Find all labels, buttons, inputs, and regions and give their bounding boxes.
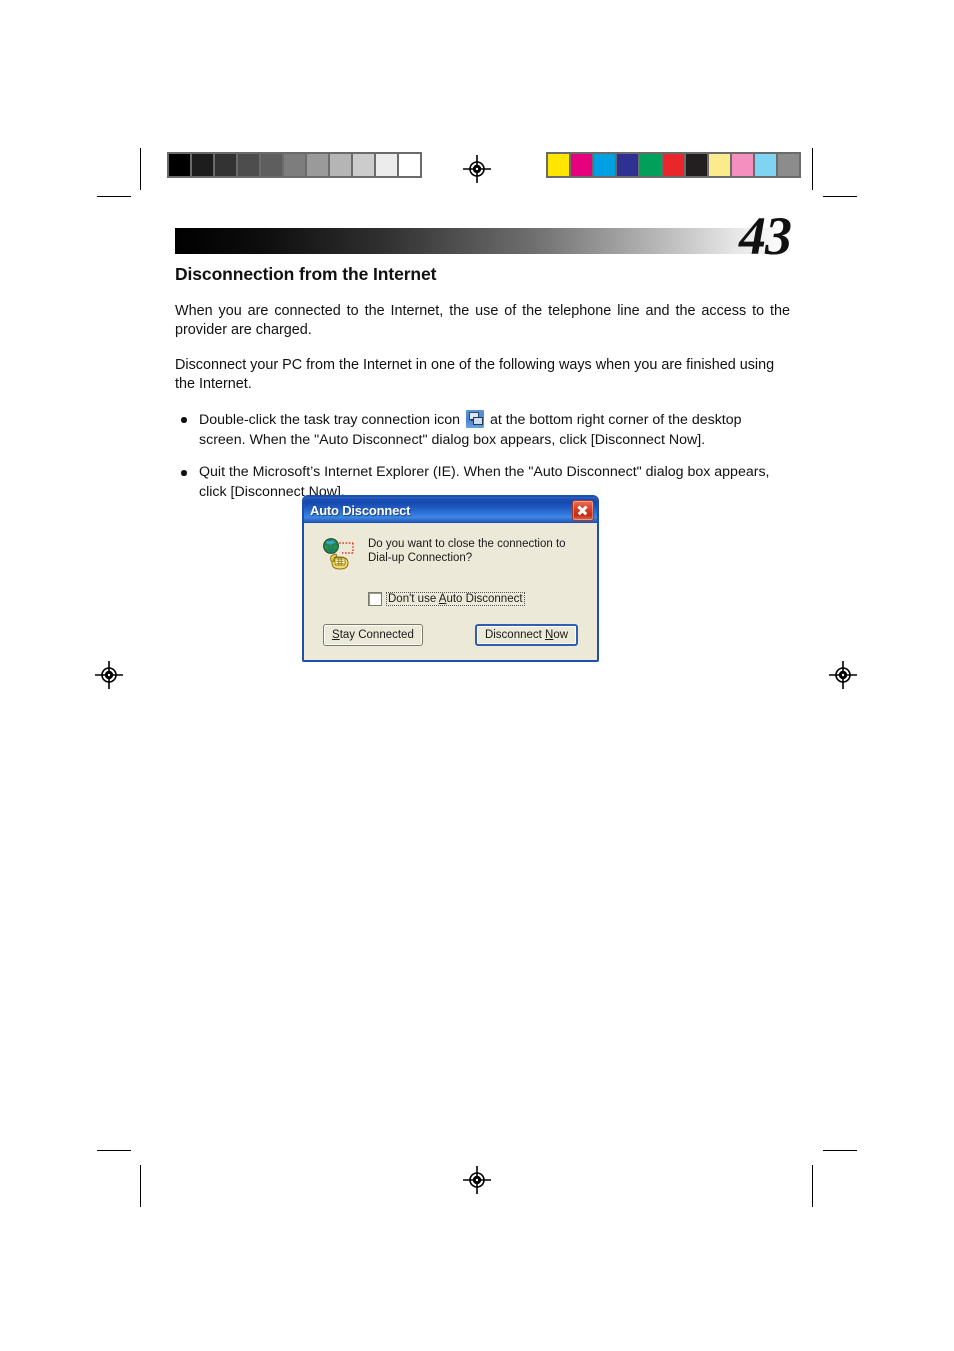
dialog-body: Do you want to close the connection to D… [304,523,597,660]
crop-mark-top-right-horizontal [823,196,857,197]
crop-mark-top-left-horizontal [97,196,131,197]
stay-connected-button[interactable]: Stay Connected [322,624,423,646]
page-number: 43 [739,206,792,266]
bullet-dot-icon [181,470,187,476]
grayscale-patch-4 [261,154,284,176]
intro-paragraph-1: When you are connected to the Internet, … [175,303,790,338]
dont-use-auto-disconnect-label[interactable]: Don't use Auto Disconnect [386,592,525,606]
grayscale-patch-10 [399,154,420,176]
color-patch-2 [594,154,617,176]
dialup-connection-icon [323,538,354,570]
dont-use-auto-disconnect-checkbox[interactable] [368,592,382,606]
crop-mark-top-right-vertical [812,148,813,190]
color-patch-1 [571,154,594,176]
dont-use-auto-disconnect-row: Don't use Auto Disconnect [368,592,583,606]
grayscale-patch-3 [238,154,261,176]
crop-mark-bottom-right-horizontal [823,1150,857,1151]
page-content: Disconnection from the Internet When you… [175,264,790,515]
crop-mark-top-left-vertical [140,148,141,190]
color-patch-5 [663,154,686,176]
color-calibration-strip [546,152,801,178]
list-item: Double-click the task tray connection ic… [175,410,790,450]
grayscale-patch-5 [284,154,307,176]
instruction-list: Double-click the task tray connection ic… [175,410,790,502]
color-patch-8 [732,154,755,176]
crop-mark-bottom-right-vertical [812,1165,813,1207]
disconnect-now-button[interactable]: Disconnect Now [474,624,579,646]
dialog-title: Auto Disconnect [310,502,411,518]
grayscale-patch-0 [169,154,192,176]
grayscale-patch-9 [376,154,399,176]
grayscale-patch-1 [192,154,215,176]
tray-icon-monitor-front [472,417,483,425]
auto-disconnect-dialog: Auto Disconnect Do you want to close the… [302,495,599,662]
registration-target-icon-right [829,661,857,689]
registration-target-icon-bottom [463,1166,491,1194]
color-patch-7 [709,154,732,176]
color-patch-0 [548,154,571,176]
color-patch-10 [778,154,799,176]
bullet-dot-icon [181,417,187,423]
stay-connected-post: tay Connected [339,629,414,641]
disconnect-now-post: ow [553,629,569,641]
grayscale-patch-2 [215,154,238,176]
grayscale-patch-7 [330,154,353,176]
intro-paragraph-2: Disconnect your PC from the Internet in … [175,357,775,392]
disconnect-now-pre: Disconnect [484,629,546,641]
page-header-gradient-bar [175,228,790,254]
grayscale-patch-8 [353,154,376,176]
checkbox-label-post: uto Disconnect [446,593,523,605]
page-title: Disconnection from the Internet [175,264,437,284]
color-patch-3 [617,154,640,176]
network-connection-tray-icon [465,410,484,428]
color-patch-6 [686,154,709,176]
color-patch-4 [640,154,663,176]
dialog-titlebar: Auto Disconnect [304,497,597,523]
dialog-message: Do you want to close the connection to D… [368,538,566,564]
dialog-message-row: Do you want to close the connection to D… [318,535,583,571]
registration-target-icon-top [463,155,491,183]
close-icon[interactable] [572,499,594,521]
bullet-1-text-before: Double-click the task tray connection ic… [199,412,461,428]
registration-target-icon-left [95,661,123,689]
dialog-button-row: Stay Connected Disconnect Now [318,624,583,646]
crop-mark-bottom-left-vertical [140,1165,141,1207]
crop-mark-bottom-left-horizontal [97,1150,131,1151]
checkbox-label-pre: Don't use [388,593,439,605]
grayscale-patch-6 [307,154,330,176]
grayscale-calibration-strip [167,152,422,178]
stay-connected-accel: S [332,629,340,641]
color-patch-9 [755,154,778,176]
